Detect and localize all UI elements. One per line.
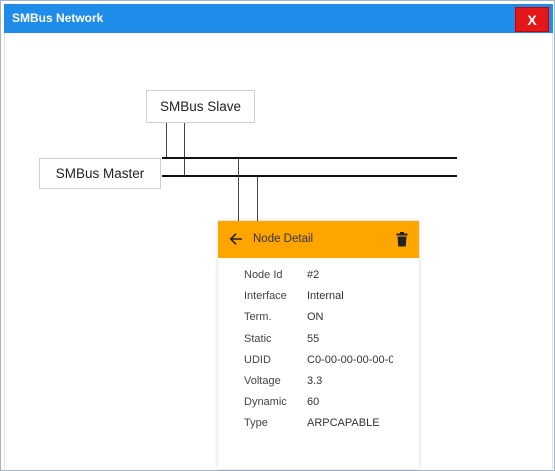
node-detail-body: Node Id #2 Interface Internal Term. ON S… xyxy=(218,258,419,436)
detail-row-voltage: Voltage 3.3 xyxy=(218,372,419,393)
detail-key: Term. xyxy=(244,311,272,324)
detail-row-interface: Interface Internal xyxy=(218,287,419,308)
detail-row-type: Type ARPCAPABLE xyxy=(218,414,419,435)
detail-value: ON xyxy=(307,311,324,324)
detail-value: 55 xyxy=(307,332,320,345)
detail-key: Node Id xyxy=(244,269,283,281)
slave-connector-line-1 xyxy=(166,123,167,159)
titlebar: SMBus Network X xyxy=(4,4,553,33)
detail-value: 3.3 xyxy=(307,374,323,387)
detail-row-term: Term. ON xyxy=(218,308,419,329)
detail-value: C0-00-00-00-00-00 xyxy=(307,353,393,366)
detail-value: ARPCAPABLE xyxy=(307,417,380,430)
detail-value: #2 xyxy=(307,269,320,281)
bus-line-clock xyxy=(162,157,457,159)
node-detail-panel: Node Detail Node Id #2 Interface Interna xyxy=(218,221,419,469)
detail-key: Static xyxy=(244,332,272,345)
node-connector-line-1 xyxy=(238,159,239,221)
detail-key: Interface xyxy=(244,290,287,303)
arrow-left-icon[interactable] xyxy=(228,231,244,247)
node-detail-title: Node Detail xyxy=(253,233,314,245)
bus-line-data xyxy=(162,175,457,177)
detail-value: 60 xyxy=(307,396,320,409)
detail-key: UDID xyxy=(244,353,271,366)
detail-key: Type xyxy=(244,417,268,430)
detail-row-node-id: Node Id #2 xyxy=(218,266,419,287)
trash-icon[interactable] xyxy=(395,232,409,247)
node-detail-header: Node Detail xyxy=(218,221,419,258)
detail-key: Voltage xyxy=(244,374,281,387)
smbus-network-window: SMBus Network X SMBus Slave SMBus Master… xyxy=(0,0,555,471)
detail-row-static: Static 55 xyxy=(218,330,419,351)
detail-key: Dynamic xyxy=(244,396,287,409)
slave-connector-line-2 xyxy=(184,123,185,175)
smbus-master-node[interactable]: SMBus Master xyxy=(39,158,161,189)
detail-row-dynamic: Dynamic 60 xyxy=(218,393,419,414)
detail-value: Internal xyxy=(307,290,344,303)
smbus-slave-node[interactable]: SMBus Slave xyxy=(146,90,255,123)
network-canvas: SMBus Slave SMBus Master Node Detail Nod… xyxy=(4,33,553,469)
window-title: SMBus Network xyxy=(12,11,104,25)
detail-row-udid: UDID C0-00-00-00-00-00 xyxy=(218,351,419,372)
close-button[interactable]: X xyxy=(515,7,549,32)
node-connector-line-2 xyxy=(257,177,258,221)
